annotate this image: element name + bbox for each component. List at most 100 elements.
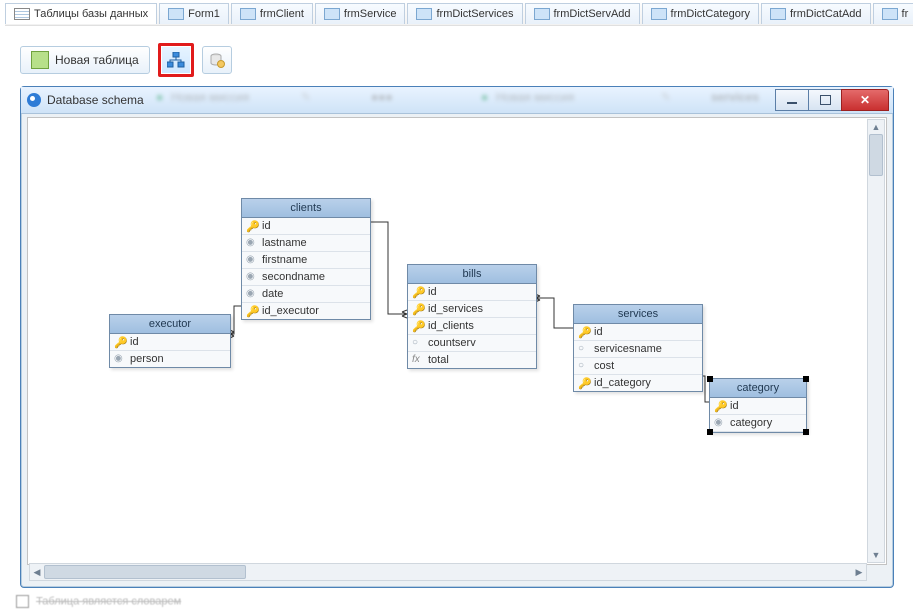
tab-database-tables[interactable]: Таблицы базы данных xyxy=(5,3,157,24)
primary-key-icon: 🔑 xyxy=(714,400,726,412)
resize-handle[interactable] xyxy=(803,429,809,435)
scroll-left-icon[interactable]: ◀ xyxy=(30,564,44,580)
table-header[interactable]: bills xyxy=(408,265,536,284)
table-header[interactable]: category xyxy=(710,379,806,398)
table-bills[interactable]: bills 🔑 id 🔑 id_services 🔑id_clients ○coun… xyxy=(407,264,537,369)
table-category[interactable]: category 🔑id ◉ category xyxy=(709,378,807,433)
field-row[interactable]: 🔑id xyxy=(710,398,806,415)
table-executor[interactable]: executor 🔑id ◉person xyxy=(109,314,231,368)
table-services[interactable]: services 🔑 id ○servicesname ○ cost 🔑id_cat… xyxy=(573,304,703,392)
field-name: person xyxy=(130,353,164,365)
toolbar: Новая таблица xyxy=(20,44,232,76)
schema-canvas[interactable]: executor 🔑id ◉person clients 🔑id ◉lastna… xyxy=(27,117,887,565)
field-name: servicesname xyxy=(594,343,662,355)
primary-key-icon: 🔑 xyxy=(412,286,424,298)
table-add-icon xyxy=(31,51,49,69)
resize-handle[interactable] xyxy=(803,376,809,382)
field-row[interactable]: ○ cost xyxy=(574,358,702,375)
tab-frmdictservadd[interactable]: frmDictServAdd xyxy=(525,3,640,24)
foreign-key-icon: 🔑 xyxy=(412,303,424,315)
blur-decor: Новая миссия xyxy=(496,90,574,110)
field-row[interactable]: ○countserv xyxy=(408,335,536,352)
field-row[interactable]: 🔑id xyxy=(242,218,370,235)
field-row[interactable]: 🔑id_clients xyxy=(408,318,536,335)
new-table-label: Новая таблица xyxy=(55,53,139,67)
formula-icon: fx xyxy=(412,354,424,366)
field-icon: ○ xyxy=(578,360,590,372)
field-name: id_services xyxy=(428,303,483,315)
field-name: cost xyxy=(594,360,614,372)
schema-view-button[interactable] xyxy=(158,43,194,77)
tab-frmdictcatadd[interactable]: frmDictCatAdd xyxy=(761,3,871,24)
field-icon: ◉ xyxy=(714,417,726,429)
field-row[interactable]: ○servicesname xyxy=(574,341,702,358)
tab-label: fr xyxy=(902,8,909,20)
field-name: id xyxy=(594,326,603,338)
primary-key-icon: 🔑 xyxy=(578,326,590,338)
table-header[interactable]: executor xyxy=(110,315,230,334)
tab-frmservice[interactable]: frmService xyxy=(315,3,406,24)
window-controls xyxy=(776,89,889,111)
close-button[interactable] xyxy=(841,89,889,111)
field-row[interactable]: fxtotal xyxy=(408,352,536,368)
field-row[interactable]: 🔑 id xyxy=(408,284,536,301)
field-row[interactable]: ◉date xyxy=(242,286,370,303)
scroll-right-icon[interactable]: ▶ xyxy=(852,564,866,580)
titlebar[interactable]: Database schema ● Новая миссия ✎ ●●● ● Н… xyxy=(21,87,893,114)
tab-label: frmService xyxy=(344,8,397,20)
window-app-icon xyxy=(27,93,41,107)
vertical-scrollbar[interactable]: ▲ ▼ xyxy=(867,119,885,563)
form-icon xyxy=(168,8,184,20)
schema-window: Database schema ● Новая миссия ✎ ●●● ● Н… xyxy=(20,86,894,588)
tab-frmdictcategory[interactable]: frmDictCategory xyxy=(642,3,759,24)
blur-decor: ✎ xyxy=(301,90,311,110)
blur-decor: ● xyxy=(156,90,163,110)
tab-label: Form1 xyxy=(188,8,220,20)
resize-handle[interactable] xyxy=(707,429,713,435)
new-table-button[interactable]: Новая таблица xyxy=(20,46,150,74)
db-refresh-button[interactable] xyxy=(202,46,232,74)
field-name: category xyxy=(730,417,772,429)
scroll-thumb[interactable] xyxy=(869,134,883,176)
form-icon xyxy=(651,8,667,20)
field-row[interactable]: ◉ category xyxy=(710,415,806,432)
form-icon xyxy=(770,8,786,20)
field-row[interactable]: ◉firstname xyxy=(242,252,370,269)
field-row[interactable]: ◉lastname xyxy=(242,235,370,252)
field-name: id xyxy=(262,220,271,232)
field-row[interactable]: 🔑 id xyxy=(574,324,702,341)
table-clients[interactable]: clients 🔑id ◉lastname ◉firstname ◉second… xyxy=(241,198,371,320)
minimize-button[interactable] xyxy=(775,89,809,111)
footer-checkbox-cutoff: Таблица является словарем xyxy=(16,595,181,608)
tab-frmdictservices[interactable]: frmDictServices xyxy=(407,3,522,24)
field-row[interactable]: ◉secondname xyxy=(242,269,370,286)
scroll-up-icon[interactable]: ▲ xyxy=(868,120,884,134)
field-row[interactable]: 🔑id xyxy=(110,334,230,351)
tab-truncated[interactable]: fr xyxy=(873,3,913,24)
field-row[interactable]: 🔑id_category xyxy=(574,375,702,391)
field-row[interactable]: ◉person xyxy=(110,351,230,367)
tab-frmclient[interactable]: frmClient xyxy=(231,3,313,24)
field-row[interactable]: 🔑id_executor xyxy=(242,303,370,319)
horizontal-scrollbar[interactable]: ◀ ▶ xyxy=(29,563,867,581)
field-name: countserv xyxy=(428,337,476,349)
form-icon xyxy=(882,8,898,20)
field-name: id xyxy=(130,336,139,348)
database-refresh-icon xyxy=(209,52,225,68)
tab-form1[interactable]: Form1 xyxy=(159,3,229,24)
field-icon: ◉ xyxy=(246,271,258,283)
resize-handle[interactable] xyxy=(707,376,713,382)
blur-decor: ✎ xyxy=(661,90,671,110)
blur-decor: Новая миссия xyxy=(171,90,249,110)
table-header[interactable]: services xyxy=(574,305,702,324)
foreign-key-icon: 🔑 xyxy=(246,305,258,317)
table-header[interactable]: clients xyxy=(242,199,370,218)
scroll-down-icon[interactable]: ▼ xyxy=(868,548,884,562)
maximize-button[interactable] xyxy=(808,89,842,111)
field-name: lastname xyxy=(262,237,307,249)
field-name: id xyxy=(428,286,437,298)
field-name: date xyxy=(262,288,283,300)
field-row[interactable]: 🔑 id_services xyxy=(408,301,536,318)
scroll-thumb[interactable] xyxy=(44,565,246,579)
field-name: firstname xyxy=(262,254,307,266)
